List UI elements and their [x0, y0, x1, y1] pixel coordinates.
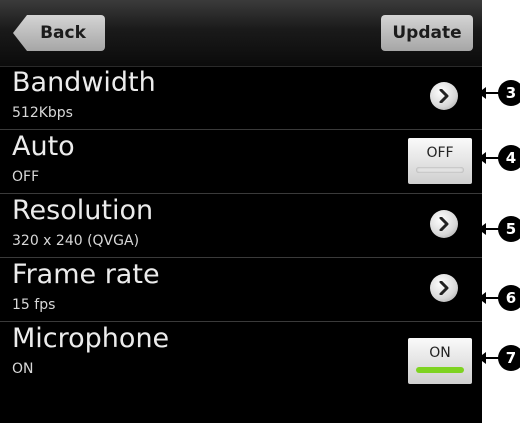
auto-toggle[interactable]: OFF	[408, 138, 472, 184]
update-button[interactable]: Update	[381, 15, 473, 51]
callout-badge: 4	[498, 145, 520, 171]
setting-title: Auto	[12, 131, 75, 162]
setting-title: Bandwidth	[12, 67, 156, 98]
toggle-indicator	[416, 167, 464, 173]
setting-value: ON	[12, 361, 34, 377]
settings-screen: Back Update Bandwidth 512Kbps Auto OFF O…	[0, 0, 482, 423]
callout-badge: 5	[498, 216, 520, 242]
callout-badge: 7	[498, 345, 520, 371]
toggle-indicator	[416, 367, 464, 373]
toggle-label: ON	[429, 345, 451, 361]
setting-row-frame-rate[interactable]: Frame rate 15 fps	[0, 258, 482, 322]
setting-title: Frame rate	[12, 259, 160, 290]
chevron-right-icon[interactable]	[430, 210, 458, 238]
title-bar: Back Update	[0, 0, 482, 67]
setting-title: Resolution	[12, 195, 154, 226]
callout-5: 5	[478, 216, 520, 242]
microphone-toggle[interactable]: ON	[408, 338, 472, 384]
setting-value: OFF	[12, 169, 40, 185]
callout-3: 3	[478, 80, 520, 106]
callout-badge: 6	[498, 285, 520, 311]
callout-badge: 3	[498, 80, 520, 106]
callout-4: 4	[478, 145, 520, 171]
setting-value: 15 fps	[12, 297, 56, 313]
toggle-label: OFF	[426, 145, 454, 161]
callout-7: 7	[478, 345, 520, 371]
setting-value: 512Kbps	[12, 105, 73, 121]
setting-row-microphone: Microphone ON ON	[0, 322, 482, 398]
callout-6: 6	[478, 285, 520, 311]
setting-value: 320 x 240 (QVGA)	[12, 233, 140, 249]
chevron-right-icon[interactable]	[430, 82, 458, 110]
setting-title: Microphone	[12, 323, 170, 354]
setting-row-bandwidth[interactable]: Bandwidth 512Kbps	[0, 66, 482, 130]
chevron-right-icon[interactable]	[430, 274, 458, 302]
setting-row-auto: Auto OFF OFF	[0, 130, 482, 194]
back-button[interactable]: Back	[13, 15, 105, 51]
setting-row-resolution[interactable]: Resolution 320 x 240 (QVGA)	[0, 194, 482, 258]
